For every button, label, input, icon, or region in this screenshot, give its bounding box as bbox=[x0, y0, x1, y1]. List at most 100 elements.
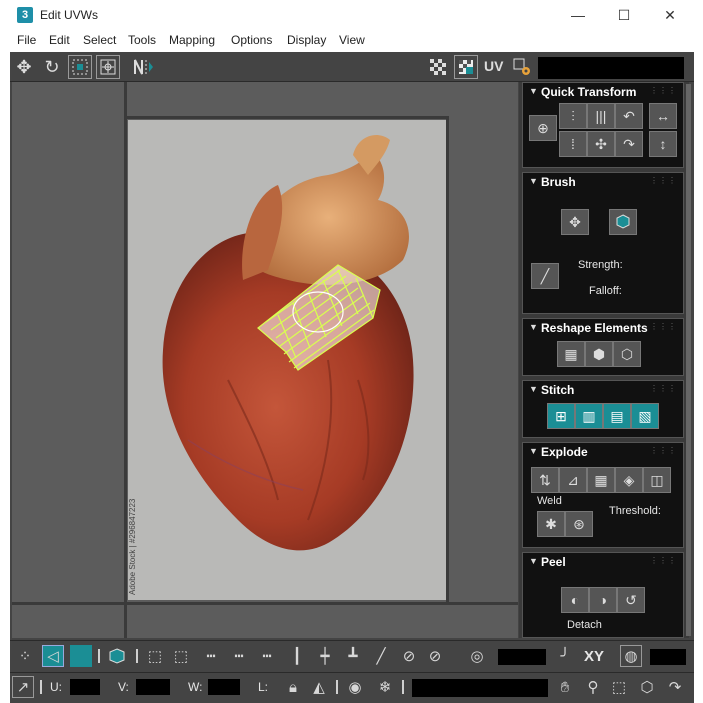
collapse-arrow-icon[interactable]: ▼ bbox=[529, 176, 538, 186]
loop-grow-icon[interactable]: ┃ bbox=[286, 645, 308, 667]
soft-selection-field[interactable] bbox=[498, 649, 546, 665]
face-mode-icon[interactable] bbox=[70, 645, 92, 667]
break-icon[interactable]: ⇅ bbox=[531, 467, 559, 493]
snap-icon[interactable]: ↷ bbox=[664, 676, 686, 698]
falloff-space-label[interactable]: XY bbox=[584, 648, 604, 665]
freeze-icon[interactable]: ❄ bbox=[374, 676, 396, 698]
align-center-icon[interactable]: ✣ bbox=[587, 131, 615, 157]
ring-grow-icon[interactable]: ┅ bbox=[228, 645, 250, 667]
detach-edge-icon[interactable]: ◫ bbox=[643, 467, 671, 493]
align-vertical-lines-icon[interactable]: ||| bbox=[587, 103, 615, 129]
menu-mapping[interactable]: Mapping bbox=[169, 33, 215, 47]
quick-peel-icon[interactable]: ◐ bbox=[561, 587, 589, 613]
texture-checker-icon[interactable] bbox=[454, 55, 478, 79]
paint-grow-icon[interactable]: ⊘ bbox=[398, 645, 420, 667]
collapse-arrow-icon[interactable]: ▼ bbox=[529, 322, 538, 332]
rollout-title[interactable]: Quick Transform bbox=[541, 85, 636, 99]
selection-set-field[interactable] bbox=[412, 679, 548, 697]
hide-icon[interactable]: ◭ bbox=[308, 676, 330, 698]
w-field[interactable] bbox=[208, 679, 240, 695]
rollout-title[interactable]: Reshape Elements bbox=[541, 321, 648, 335]
rollout-title[interactable]: Explode bbox=[541, 445, 588, 459]
pan-icon[interactable]: ✋︎ bbox=[554, 676, 576, 698]
straighten-icon[interactable]: ▦ bbox=[557, 341, 585, 367]
menu-view[interactable]: View bbox=[339, 33, 365, 47]
lock-icon[interactable]: 🔒︎ bbox=[282, 676, 304, 698]
menu-edit[interactable]: Edit bbox=[49, 33, 70, 47]
move-icon[interactable]: ✥ bbox=[12, 55, 36, 79]
reset-peel-icon[interactable]: ↺ bbox=[617, 587, 645, 613]
menu-file[interactable]: File bbox=[17, 33, 36, 47]
paint-move-icon[interactable]: ✥ bbox=[561, 209, 589, 235]
zoom-region-icon[interactable]: ⬚ bbox=[608, 676, 630, 698]
space-vertical-icon[interactable]: ↕ bbox=[649, 131, 677, 157]
settings-icon[interactable] bbox=[510, 55, 534, 79]
mirror-icon[interactable] bbox=[132, 55, 156, 79]
checker-icon[interactable] bbox=[426, 55, 450, 79]
unfold-icon[interactable]: ⬡ bbox=[613, 341, 641, 367]
panel-scrollbar[interactable] bbox=[686, 84, 691, 636]
edge-to-seam-icon[interactable]: ┻ bbox=[342, 645, 364, 667]
cluster-icon[interactable]: ◈ bbox=[615, 467, 643, 493]
stitch-average-icon[interactable]: ▤ bbox=[603, 403, 631, 429]
vertex-mode-icon[interactable]: ⁘ bbox=[14, 645, 36, 667]
menu-display[interactable]: Display bbox=[287, 33, 326, 47]
collapse-arrow-icon[interactable]: ▼ bbox=[529, 446, 538, 456]
show-icon[interactable]: ◉ bbox=[344, 676, 366, 698]
peel-mode-icon[interactable]: ◑ bbox=[589, 587, 617, 613]
u-field[interactable] bbox=[70, 679, 100, 695]
minimize-button[interactable]: — bbox=[555, 0, 601, 30]
paint-shrink-icon[interactable]: ⊘ bbox=[424, 645, 446, 667]
rollout-stitch: ▼ Stitch ⋮⋮⋮ ⊞ ▥ ▤ ▧ bbox=[522, 380, 684, 438]
falloff-type-icon[interactable]: ╯ bbox=[554, 645, 576, 667]
loop-selection-icon[interactable]: ┅ bbox=[256, 645, 278, 667]
space-horizontal-icon[interactable]: ↔ bbox=[649, 103, 677, 129]
collapse-arrow-icon[interactable]: ▼ bbox=[529, 86, 538, 96]
rotate-cw-icon[interactable]: ↷ bbox=[615, 131, 643, 157]
align-grid-icon[interactable]: ⁞ bbox=[559, 131, 587, 157]
uv-toggle-label[interactable]: UV bbox=[484, 58, 503, 74]
scale-icon[interactable] bbox=[68, 55, 92, 79]
weld-selected-icon[interactable]: ✱ bbox=[537, 511, 565, 537]
rotate-icon[interactable]: ↻ bbox=[40, 55, 64, 79]
edge-mode-icon[interactable]: ◁ bbox=[42, 645, 64, 667]
collapse-arrow-icon[interactable]: ▼ bbox=[529, 556, 538, 566]
edge-distance-icon[interactable]: ◍ bbox=[620, 645, 642, 667]
menu-options[interactable]: Options bbox=[231, 33, 272, 47]
rollout-title[interactable]: Stitch bbox=[541, 383, 574, 397]
menu-tools[interactable]: Tools bbox=[128, 33, 156, 47]
relax-icon[interactable]: ⬢ bbox=[585, 341, 613, 367]
shrink-selection-icon[interactable]: ⬚ bbox=[170, 645, 192, 667]
pivot-icon[interactable]: ⊕ bbox=[529, 115, 557, 141]
freeform-icon[interactable] bbox=[96, 55, 120, 79]
weld-target-icon[interactable]: ⊛ bbox=[565, 511, 593, 537]
grow-selection-icon[interactable]: ⬚ bbox=[144, 645, 166, 667]
separator bbox=[402, 680, 404, 694]
soft-selection-icon[interactable]: ◎ bbox=[466, 645, 488, 667]
element-mode-icon[interactable] bbox=[106, 645, 128, 667]
loop-shrink-icon[interactable]: ┿ bbox=[314, 645, 336, 667]
rollout-title[interactable]: Brush bbox=[541, 175, 576, 189]
relax-brush-icon[interactable] bbox=[609, 209, 637, 235]
stitch-source-icon[interactable]: ▥ bbox=[575, 403, 603, 429]
falloff-curve-icon[interactable]: ╱ bbox=[531, 263, 559, 289]
menu-select[interactable]: Select bbox=[83, 33, 116, 47]
close-button[interactable]: ✕ bbox=[647, 0, 693, 30]
rollout-title[interactable]: Peel bbox=[541, 555, 566, 569]
ring-selection-icon[interactable]: ┅ bbox=[200, 645, 222, 667]
zoom-extents-icon[interactable]: ⬡ bbox=[636, 676, 658, 698]
zoom-icon[interactable]: ⚲ bbox=[582, 676, 604, 698]
v-field[interactable] bbox=[136, 679, 170, 695]
stitch-custom-icon[interactable]: ⊞ bbox=[547, 403, 575, 429]
maximize-button[interactable]: ☐ bbox=[601, 0, 647, 30]
align-horizontal-icon[interactable]: ⫶ bbox=[559, 103, 587, 129]
rotate-ccw-icon[interactable]: ↶ bbox=[615, 103, 643, 129]
texture-dropdown[interactable] bbox=[538, 57, 684, 79]
edge-distance-field[interactable] bbox=[650, 649, 686, 665]
flatten-icon[interactable]: ▦ bbox=[587, 467, 615, 493]
stitch-target-icon[interactable]: ▧ bbox=[631, 403, 659, 429]
collapse-arrow-icon[interactable]: ▼ bbox=[529, 384, 538, 394]
paint-select-icon[interactable]: ╱ bbox=[370, 645, 392, 667]
split-icon[interactable]: ⊿ bbox=[559, 467, 587, 493]
absolute-relative-icon[interactable]: ↗ bbox=[12, 676, 34, 698]
